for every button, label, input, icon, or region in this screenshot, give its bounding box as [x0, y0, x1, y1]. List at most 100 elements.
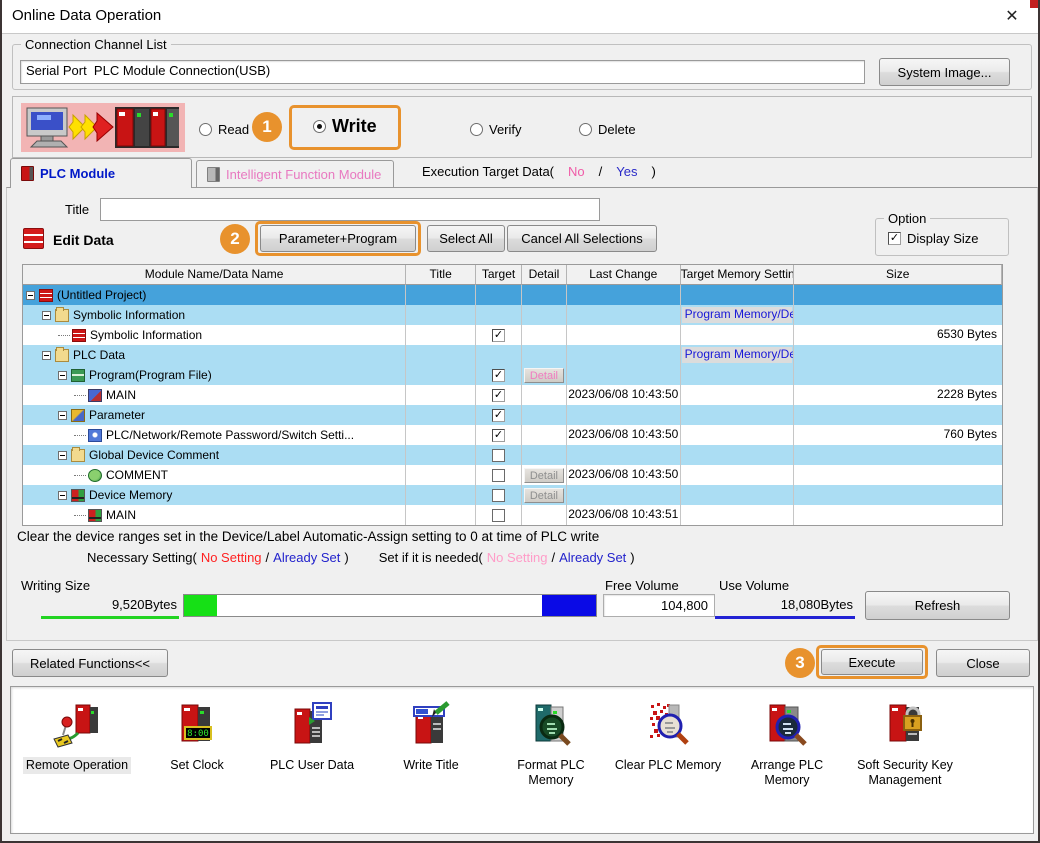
collapse-expander-icon[interactable]: [58, 490, 67, 500]
intelligent-module-tab-icon: [207, 167, 220, 182]
table-row[interactable]: Symbolic Information ✓ 6530 Bytes: [23, 325, 1002, 345]
detail-cell: [522, 505, 567, 525]
module-name-cell: MAIN: [23, 385, 407, 405]
close-button[interactable]: Close: [936, 649, 1030, 677]
toolbar-item-set-clock[interactable]: 8:00 Set Clock: [139, 701, 255, 774]
module-name-cell: Device Memory: [23, 485, 407, 505]
related-functions-button[interactable]: Related Functions<<: [12, 649, 168, 677]
toolbar-item-arrange-plc-memory[interactable]: Arrange PLC Memory: [729, 701, 845, 789]
refresh-button[interactable]: Refresh: [865, 591, 1010, 620]
toolbar-item-plc-user-data[interactable]: PLC User Data: [254, 701, 370, 774]
col-target-memory: Target Memory Setting: [680, 265, 795, 285]
detail-cell: Detail: [522, 465, 567, 485]
title-bar: Online Data Operation ✕: [2, 0, 1038, 34]
collapse-expander-icon[interactable]: [58, 370, 67, 380]
toolbar-item-write-title[interactable]: Write Title: [373, 701, 489, 774]
tab-intelligent-label: Intelligent Function Module: [226, 167, 382, 182]
table-row[interactable]: MAIN ✓ 2023/06/08 10:43:50 2228 Bytes: [23, 385, 1002, 405]
target-checkbox[interactable]: ✓: [492, 328, 506, 342]
target-checkbox[interactable]: ✓: [492, 428, 506, 442]
table-row[interactable]: MAIN 2023/06/08 10:43:51: [23, 505, 1002, 525]
table-row[interactable]: PLC/Network/Remote Password/Switch Setti…: [23, 425, 1002, 445]
target-checkbox[interactable]: [492, 508, 506, 522]
radio-verify-icon: [470, 122, 483, 136]
connection-channel-field: Serial Port PLC Module Connection(USB): [20, 60, 865, 84]
collapse-expander-icon[interactable]: [26, 290, 35, 300]
target-memory-cell: [681, 445, 795, 465]
execution-target-yes[interactable]: Yes: [616, 164, 637, 179]
target-checkbox[interactable]: [492, 488, 506, 502]
radio-read-icon: [199, 122, 212, 136]
collapse-expander-icon[interactable]: [42, 350, 51, 360]
target-memory-setting-button[interactable]: Program Memory/De...: [681, 307, 793, 323]
detail-button[interactable]: Detail: [523, 467, 564, 483]
target-checkbox[interactable]: [492, 468, 506, 482]
title-cell: [406, 465, 477, 485]
execution-target-no[interactable]: No: [568, 164, 585, 179]
target-memory-cell: [681, 285, 795, 305]
title-field-input[interactable]: [100, 198, 600, 221]
target-memory-cell: [681, 505, 795, 525]
needed-already-set: Already Set: [559, 550, 627, 565]
system-image-button[interactable]: System Image...: [879, 58, 1010, 86]
table-row[interactable]: Program(Program File) ✓ Detail: [23, 365, 1002, 385]
display-size-checkbox[interactable]: ✓: [888, 232, 901, 245]
execute-button[interactable]: Execute: [821, 649, 923, 675]
row-label: MAIN: [106, 387, 136, 402]
title-cell: [406, 365, 477, 385]
target-memory-setting-button[interactable]: Program Memory/De...: [681, 347, 793, 363]
module-name-cell: Global Device Comment: [23, 445, 407, 465]
toolbar-item-soft-security-key[interactable]: Soft Security Key Management: [847, 701, 963, 789]
radio-read-label: Read: [218, 121, 250, 137]
toolbar-item-clear-plc-memory[interactable]: Clear PLC Memory: [610, 701, 726, 774]
radio-delete[interactable]: Delete: [579, 119, 636, 139]
target-checkbox[interactable]: ✓: [492, 388, 506, 402]
radio-read[interactable]: Read: [199, 119, 249, 139]
setting-legend: Necessary Setting( No Setting / Already …: [87, 550, 635, 565]
tab-plc-module-label: PLC Module: [40, 166, 116, 181]
set-clock-icon: 8:00: [181, 704, 212, 742]
target-checkbox[interactable]: ✓: [492, 368, 506, 382]
table-header-row: Module Name/Data Name Title Target Detai…: [23, 265, 1002, 285]
last-change-cell: 2023/06/08 10:43:50: [567, 425, 681, 445]
row-label: Parameter: [89, 407, 146, 422]
collapse-expander-icon[interactable]: [42, 310, 51, 320]
cancel-all-selections-button[interactable]: Cancel All Selections: [507, 225, 657, 252]
toolbar-item-remote-operation[interactable]: Remote Operation: [19, 701, 135, 774]
title-cell: [406, 325, 477, 345]
target-checkbox[interactable]: [492, 448, 506, 462]
tab-intelligent-function-module[interactable]: Intelligent Function Module: [196, 160, 394, 188]
close-icon[interactable]: ✕: [1000, 6, 1024, 26]
last-change-cell: [567, 325, 681, 345]
module-name-cell: (Untitled Project): [23, 285, 407, 305]
radio-verify[interactable]: Verify: [470, 119, 522, 139]
display-size-option[interactable]: ✓ Display Size: [888, 231, 979, 246]
tree-branch-line: [74, 474, 86, 476]
collapse-expander-icon[interactable]: [58, 450, 67, 460]
detail-button[interactable]: Detail: [523, 487, 564, 503]
table-row[interactable]: Device Memory Detail: [23, 485, 1002, 505]
collapse-expander-icon[interactable]: [58, 410, 67, 420]
table-row[interactable]: Global Device Comment: [23, 445, 1002, 465]
module-name-cell: PLC Data: [23, 345, 407, 365]
operation-panel: Read Write Verify Delete: [12, 96, 1032, 158]
toolbar-item-format-plc-memory[interactable]: Format PLC Memory: [493, 701, 609, 789]
row-label: Global Device Comment: [89, 447, 220, 462]
target-checkbox[interactable]: ✓: [492, 408, 506, 422]
table-row[interactable]: Symbolic Information Program Memory/De...: [23, 305, 1002, 325]
table-row[interactable]: PLC Data Program Memory/De...: [23, 345, 1002, 365]
step-badge-3: 3: [785, 648, 815, 678]
plc-module-tab-icon: [21, 166, 34, 181]
table-row[interactable]: (Untitled Project): [23, 285, 1002, 305]
parameter-program-button[interactable]: Parameter+Program: [260, 225, 416, 252]
table-row[interactable]: COMMENT Detail 2023/06/08 10:43:50: [23, 465, 1002, 485]
title-cell: [406, 305, 477, 325]
select-all-button[interactable]: Select All: [427, 225, 505, 252]
free-volume-label: Free Volume: [605, 578, 679, 593]
title-cell: [406, 345, 477, 365]
execution-target-slash: /: [598, 164, 603, 179]
table-row[interactable]: Parameter ✓: [23, 405, 1002, 425]
tab-plc-module[interactable]: PLC Module: [10, 158, 192, 188]
detail-button[interactable]: Detail: [523, 367, 564, 383]
toolbar-label: Clear PLC Memory: [614, 758, 722, 772]
